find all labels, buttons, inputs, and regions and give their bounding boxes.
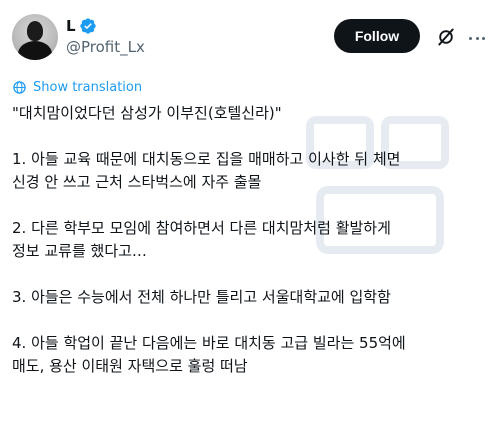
avatar-silhouette-body: [18, 41, 52, 60]
display-name-row: L: [66, 16, 145, 36]
post-header: L @Profit_Lx Follow: [12, 14, 485, 62]
post-item-2: 2. 다른 학부모 모임에 참여하면서 다른 대치맘처럼 활발하게 정보 교류를…: [12, 219, 391, 260]
dot: [482, 36, 485, 40]
dot: [469, 36, 472, 40]
dot: [475, 36, 479, 40]
post-item-4: 4. 아들 학업이 끝난 다음에는 바로 대치동 고급 빌라는 55억에 매도,…: [12, 334, 406, 375]
show-translation-link[interactable]: Show translation: [12, 80, 142, 95]
display-name[interactable]: L: [66, 17, 76, 35]
user-handle[interactable]: @Profit_Lx: [66, 38, 145, 56]
verified-badge-icon: [79, 18, 96, 34]
post-item-3: 3. 아들은 수능에서 전체 하나만 틀리고 서울대학교에 입학함: [12, 288, 391, 306]
avatar[interactable]: [12, 14, 58, 60]
grok-icon[interactable]: [436, 27, 456, 47]
follow-button[interactable]: Follow: [334, 19, 420, 53]
post-item-1: 1. 아들 교육 때문에 대치동으로 집을 매매하고 이사한 뒤 체면 신경 안…: [12, 150, 401, 191]
avatar-silhouette-head: [27, 21, 43, 41]
globe-icon: [13, 81, 26, 94]
author-names: L @Profit_Lx: [66, 16, 145, 56]
post-body: "대치맘이었다던 삼성가 이부진(호텔신라)" 1. 아들 교육 때문에 대치동…: [12, 102, 480, 378]
post-title: "대치맘이었다던 삼성가 이부진(호텔신라)": [12, 104, 282, 122]
more-dots-icon[interactable]: [467, 28, 487, 48]
show-translation-label[interactable]: Show translation: [33, 80, 142, 95]
